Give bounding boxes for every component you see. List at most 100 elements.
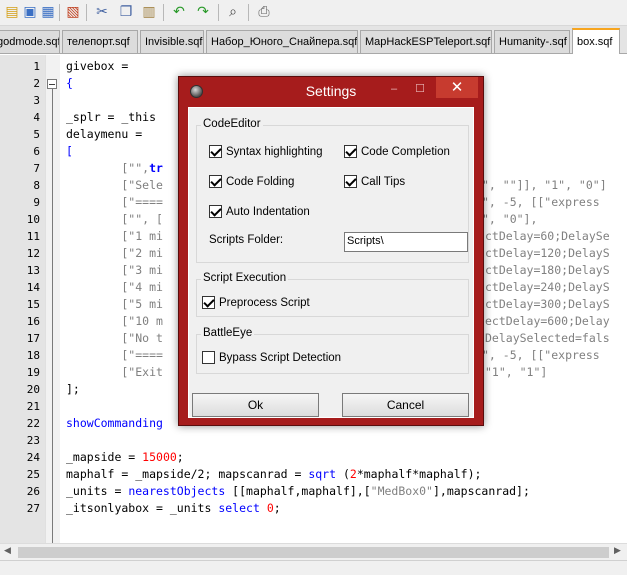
close-button[interactable]: ✕ xyxy=(436,77,478,98)
tab-godmode[interactable]: godmode.sqf xyxy=(0,30,60,53)
code-fragment: ", "0"], xyxy=(482,212,538,226)
undo-icon[interactable]: ↶ xyxy=(169,2,189,22)
line-number: 13 xyxy=(26,264,40,277)
code-text: _mapside = xyxy=(66,450,143,464)
code-line: ["2 mi xyxy=(66,246,163,260)
horizontal-scrollbar[interactable]: ◀ ▶ xyxy=(0,543,627,560)
code-line: _units = nearestObjects [[maphalf,maphal… xyxy=(66,484,530,498)
line-number: 2 xyxy=(33,77,40,90)
code-line: ["",tr xyxy=(66,161,163,175)
copy-icon[interactable]: ❐ xyxy=(116,2,136,22)
code-fragment: DelaySelected=fals xyxy=(485,331,610,345)
find-icon[interactable]: ⌕ xyxy=(223,2,243,22)
code-line: _mapside = 15000; xyxy=(66,450,184,464)
code-fragment: ", ""]], "1", "0"] xyxy=(482,178,607,192)
code-number: 0 xyxy=(266,501,274,515)
battleye-group: BattleEye Bypass Script Detection xyxy=(196,327,469,374)
toolbar-separator xyxy=(218,4,219,21)
line-number: 12 xyxy=(26,247,40,260)
status-bar xyxy=(0,560,627,575)
code-line: delaymenu = xyxy=(66,127,143,141)
line-number: 21 xyxy=(26,400,40,413)
tab-teleport[interactable]: телепорт.sqf xyxy=(62,30,138,53)
group-label: CodeEditor xyxy=(201,118,263,130)
code-fragment: ctDelay=120;DelayS xyxy=(485,246,610,260)
code-line: ["Exit xyxy=(66,365,163,379)
syntax-highlighting-checkbox[interactable]: Syntax highlighting xyxy=(209,145,323,158)
checkbox-label: Preprocess Script xyxy=(219,296,310,309)
scripts-folder-input[interactable]: Scripts\ xyxy=(344,232,468,252)
dialog-body: CodeEditor Syntax highlighting Code Comp… xyxy=(188,107,474,418)
tab-box[interactable]: box.sqf xyxy=(572,28,620,54)
scroll-left-icon[interactable]: ◀ xyxy=(4,546,11,556)
checkbox-box[interactable] xyxy=(344,145,357,158)
line-number: 11 xyxy=(26,230,40,243)
tab-humanity[interactable]: Humanity-.sqf xyxy=(494,30,570,53)
auto-indentation-checkbox[interactable]: Auto Indentation xyxy=(209,205,310,218)
code-fragment: ctDelay=180;DelayS xyxy=(485,263,610,277)
line-number: 16 xyxy=(26,315,40,328)
code-fragment: "1", "1"] xyxy=(485,365,548,379)
code-line: ["Sele xyxy=(66,178,163,192)
code-string: ["", xyxy=(66,161,150,175)
fold-toggle-icon[interactable] xyxy=(47,79,57,89)
code-string: "MedBox0" xyxy=(370,484,433,498)
code-line: ["3 mi xyxy=(66,263,163,277)
checkbox-box[interactable] xyxy=(209,205,222,218)
checkbox-box[interactable] xyxy=(209,175,222,188)
toolbar-separator xyxy=(248,4,249,21)
ok-button[interactable]: Ok xyxy=(192,393,319,417)
line-number: 14 xyxy=(26,281,40,294)
code-text: _units = xyxy=(66,484,129,498)
code-line: maphalf = _mapside/2; mapscanrad = sqrt … xyxy=(66,467,481,481)
new-file-icon[interactable]: ▤ xyxy=(2,2,22,22)
redo-icon[interactable]: ↷ xyxy=(193,2,213,22)
print-icon[interactable]: ⎙ xyxy=(254,2,274,22)
code-fragment: ", -5, [["express xyxy=(482,195,600,209)
code-line: ["10 m xyxy=(66,314,163,328)
toolbar-separator xyxy=(86,4,87,21)
checkbox-box[interactable] xyxy=(202,296,215,309)
checkbox-box[interactable] xyxy=(209,145,222,158)
close-icon[interactable]: ▧ xyxy=(63,2,83,22)
tab-maphack[interactable]: MapHackESPTeleport.sqf xyxy=(360,30,492,53)
line-number: 18 xyxy=(26,349,40,362)
code-line: ["1 mi xyxy=(66,229,163,243)
checkbox-box[interactable] xyxy=(344,175,357,188)
scrollbar-thumb[interactable] xyxy=(18,547,609,558)
code-line: ["5 mi xyxy=(66,297,163,311)
code-completion-checkbox[interactable]: Code Completion xyxy=(344,145,450,158)
tab-invisible[interactable]: Invisible.sqf xyxy=(140,30,204,53)
code-line: ["No t xyxy=(66,331,163,345)
code-line: ["", [ xyxy=(66,212,163,226)
call-tips-checkbox[interactable]: Call Tips xyxy=(344,175,405,188)
checkbox-box[interactable] xyxy=(202,351,215,364)
line-number: 23 xyxy=(26,434,40,447)
code-text: [[maphalf,maphalf],[ xyxy=(225,484,371,498)
tab-sniper-kit[interactable]: Набор_Юного_Снайпера.sqf xyxy=(206,30,358,53)
code-keyword: tr xyxy=(149,161,163,175)
bypass-script-detection-checkbox[interactable]: Bypass Script Detection xyxy=(202,351,341,364)
code-fragment: ctDelay=300;DelayS xyxy=(485,297,610,311)
cancel-button[interactable]: Cancel xyxy=(342,393,469,417)
settings-dialog: Settings ‒ ☐ ✕ CodeEditor Syntax highlig… xyxy=(178,76,484,426)
cut-icon[interactable]: ✂ xyxy=(92,2,112,22)
line-number: 25 xyxy=(26,468,40,481)
code-keyword: select xyxy=(218,501,260,515)
code-line: showCommanding xyxy=(66,416,163,430)
line-number: 22 xyxy=(26,417,40,430)
dialog-titlebar[interactable]: Settings ‒ ☐ ✕ xyxy=(179,77,483,105)
code-text: _itsonlyabox = _units xyxy=(66,501,219,515)
save-icon[interactable]: ▦ xyxy=(38,2,58,22)
line-number: 20 xyxy=(26,383,40,396)
scroll-right-icon[interactable]: ▶ xyxy=(614,546,621,556)
code-line: ["==== xyxy=(66,195,163,209)
code-folding-checkbox[interactable]: Code Folding xyxy=(209,175,294,188)
preprocess-script-checkbox[interactable]: Preprocess Script xyxy=(202,296,310,309)
paste-icon[interactable]: ▥ xyxy=(139,2,159,22)
code-line: _itsonlyabox = _units select 0; xyxy=(66,501,281,515)
group-label: Script Execution xyxy=(201,272,289,284)
code-fragment: ", -5, [["express xyxy=(482,348,600,362)
code-fragment: ctDelay=240;DelayS xyxy=(485,280,610,294)
open-icon[interactable]: ▣ xyxy=(20,2,40,22)
